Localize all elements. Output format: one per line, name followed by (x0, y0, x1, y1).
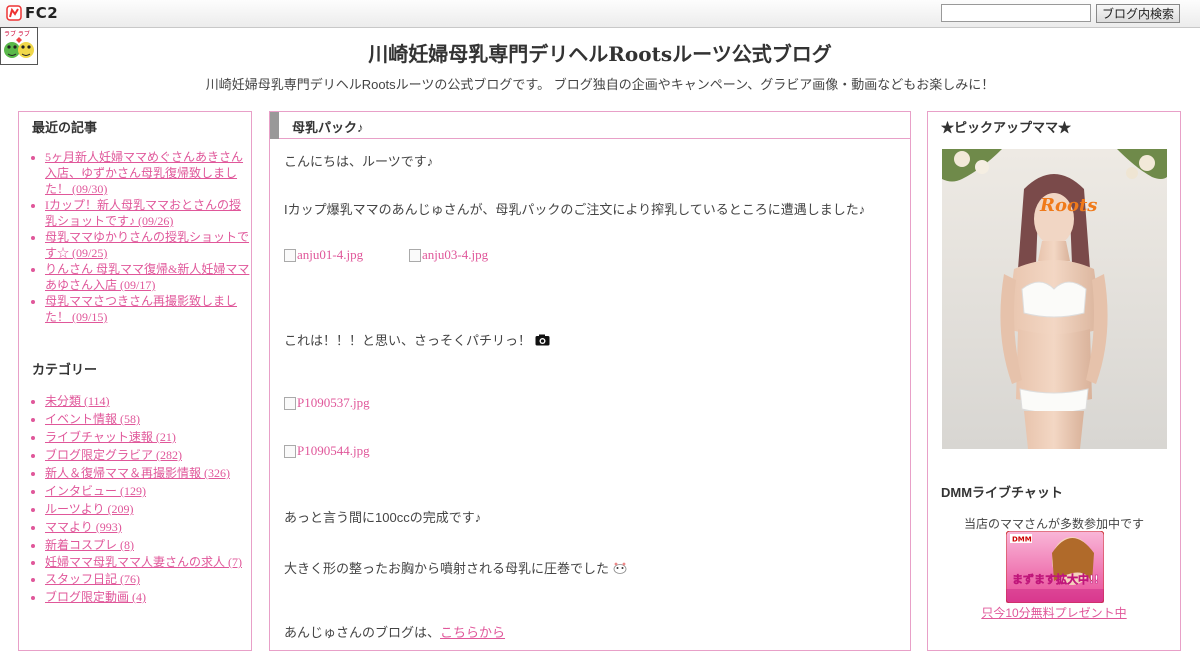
pickup-title: ★ピックアップママ★ (941, 120, 1072, 135)
category-list: 未分類 (114) イベント情報 (58) ライブチャット速報 (21) ブログ… (31, 392, 251, 606)
article-paragraph: あんじゅさんのブログは、 (284, 625, 441, 640)
right-sidebar: ★ピックアップママ★ Roots DMMライブチャット 当店のママさんが多数参加… (927, 111, 1181, 651)
article-title[interactable]: 母乳パック♪ (292, 117, 364, 136)
list-item: 5ヶ月新人妊婦ママめぐさんあきさん入店、ゆずかさん母乳復帰致しました！ (09/… (45, 149, 251, 197)
article-paragraph: あっと言う間に100ccの完成です♪ (284, 510, 482, 525)
article-image-anju01[interactable]: anju01-4.jpg (284, 247, 363, 263)
category-link[interactable]: インタビュー (129) (45, 484, 146, 498)
recent-articles-title: 最近の記事 (32, 120, 98, 135)
broken-image-icon (409, 248, 421, 262)
blog-search-input[interactable] (941, 4, 1091, 22)
list-item: インタビュー (129) (45, 482, 251, 500)
list-item: ブログ限定グラビア (282) (45, 446, 251, 464)
list-item: ルーツより (209) (45, 500, 251, 518)
pickup-mama-photo[interactable]: Roots (942, 149, 1167, 449)
article-paragraph: 大きく形の整ったお胸から噴射される母乳に圧巻でした (284, 561, 610, 576)
recent-article-link[interactable]: りんさん 母乳ママ復帰&新人妊婦ママあゆさん入店 (09/17) (45, 262, 249, 292)
recent-article-link[interactable]: 母乳ママさつきさん再撮影致しました！ (09/15) (45, 294, 237, 324)
blog-description: 川崎妊婦母乳専門デリヘルRootsルーツの公式ブログです。 ブログ独自の企画やキ… (205, 77, 995, 92)
dmm-free-link[interactable]: 只今10分無料プレゼント中 (928, 604, 1180, 621)
list-item: スタッフ日記 (76) (45, 570, 251, 588)
dmm-banner[interactable]: DMM まずます拡大中!! (1005, 530, 1105, 604)
article-paragraph-emoji: 大きく形の整ったお胸から噴射される母乳に圧巻でした (284, 558, 627, 577)
category-link[interactable]: ブログ限定動画 (4) (45, 590, 146, 604)
article-image-p1090537[interactable]: P1090537.jpg (284, 395, 370, 411)
dmm-logo-text: DMM (1012, 536, 1032, 544)
heading-bar (270, 112, 279, 139)
category-link[interactable]: ルーツより (209) (45, 502, 134, 516)
image-alt-text: P1090544.jpg (297, 443, 370, 458)
broken-image-icon (284, 444, 296, 458)
article-image-p1090544[interactable]: P1090544.jpg (284, 443, 370, 459)
list-item: Iカップ！新人母乳ママおとさんの授乳ショットです♪ (09/26) (45, 197, 251, 229)
list-item: 母乳ママさつきさん再撮影致しました！ (09/15) (45, 293, 251, 325)
image-alt-text: anju01-4.jpg (297, 247, 364, 262)
fc2-header-bar: FC2 ブログ内検索 (0, 0, 1200, 28)
list-item: 未分類 (114) (45, 392, 251, 410)
face-emoji-icon (613, 562, 627, 574)
category-title: カテゴリー (32, 362, 98, 377)
article-paragraph: これは！！！と思い、さっそくパチリっ！ (284, 333, 532, 348)
list-item: ライブチャット速報 (21) (45, 428, 251, 446)
camera-icon (535, 334, 550, 346)
recent-article-link[interactable]: Iカップ！新人母乳ママおとさんの授乳ショットです♪ (09/26) (45, 198, 241, 228)
broken-image-icon (284, 248, 296, 262)
article-paragraph: Iカップ爆乳ママのあんじゅさんが、母乳パックのご注文により搾乳しているところに遭… (284, 202, 866, 217)
fc2-logo-icon (6, 5, 22, 21)
list-item: 新人＆復帰ママ＆再撮影情報 (326) (45, 464, 251, 482)
dmm-description: 当店のママさんが多数参加中です (963, 517, 1144, 531)
recent-article-link[interactable]: 母乳ママゆかりさんの授乳ショットです☆ (09/25) (45, 230, 249, 260)
article-paragraph-blog: あんじゅさんのブログは、こちらから (284, 622, 505, 641)
recent-article-link[interactable]: 5ヶ月新人妊婦ママめぐさんあきさん入店、ゆずかさん母乳復帰致しました！ (09/… (45, 150, 243, 196)
banner-text: まずます拡大中!! (1012, 572, 1099, 586)
list-item: ママより (993) (45, 518, 251, 536)
article-paragraph-camera: これは！！！と思い、さっそくパチリっ！ (284, 330, 550, 349)
badge-text: ラブ ラブ (4, 30, 30, 38)
category-link[interactable]: 未分類 (114) (45, 394, 110, 408)
list-item: ブログ限定動画 (4) (45, 588, 251, 606)
category-link[interactable]: 妊婦ママ母乳ママ人妻さんの求人 (7) (45, 555, 242, 569)
dmm-title: DMMライブチャット (941, 485, 1063, 500)
category-link[interactable]: 新着コスプレ (8) (45, 538, 134, 552)
left-sidebar: 最近の記事 5ヶ月新人妊婦ママめぐさんあきさん入店、ゆずかさん母乳復帰致しました… (18, 111, 252, 651)
category-link[interactable]: ライブチャット速報 (21) (45, 430, 176, 444)
blog-search-button[interactable]: ブログ内検索 (1096, 4, 1180, 23)
dmm-banner-image: DMM まずます拡大中!! (1005, 530, 1105, 604)
article-paragraph: こんにちは、ルーツです♪ (284, 154, 434, 169)
category-link[interactable]: スタッフ日記 (76) (45, 572, 140, 586)
image-alt-text: anju03-4.jpg (422, 247, 489, 262)
article-box: 母乳パック♪ こんにちは、ルーツです♪ Iカップ爆乳ママのあんじゅさんが、母乳パ… (269, 111, 911, 651)
category-link[interactable]: ママより (993) (45, 520, 122, 534)
blog-link[interactable]: こちらから (440, 625, 505, 640)
roots-watermark: Roots (1039, 195, 1097, 216)
list-item: イベント情報 (58) (45, 410, 251, 428)
pickup-photo-image: Roots (942, 149, 1167, 449)
list-item: りんさん 母乳ママ復帰&新人妊婦ママあゆさん入店 (09/17) (45, 261, 251, 293)
list-item: 母乳ママゆかりさんの授乳ショットです☆ (09/25) (45, 229, 251, 261)
list-item: 新着コスプレ (8) (45, 536, 251, 554)
fc2-logo[interactable]: FC2 (6, 4, 58, 22)
category-link[interactable]: ブログ限定グラビア (282) (45, 448, 182, 462)
category-link[interactable]: 新人＆復帰ママ＆再撮影情報 (326) (45, 466, 230, 480)
blog-title[interactable]: 川崎妊婦母乳専門デリヘルRootsルーツ公式ブログ (0, 38, 1200, 67)
recent-articles-list: 5ヶ月新人妊婦ママめぐさんあきさん入店、ゆずかさん母乳復帰致しました！ (09/… (31, 149, 251, 325)
fc2-logo-text: FC2 (25, 4, 59, 22)
broken-image-icon (284, 396, 296, 410)
image-alt-text: P1090537.jpg (297, 395, 370, 410)
article-header: 母乳パック♪ (270, 112, 910, 139)
article-image-anju03[interactable]: anju03-4.jpg (409, 247, 488, 263)
list-item: 妊婦ママ母乳ママ人妻さんの求人 (7) (45, 554, 251, 570)
category-link[interactable]: イベント情報 (58) (45, 412, 140, 426)
